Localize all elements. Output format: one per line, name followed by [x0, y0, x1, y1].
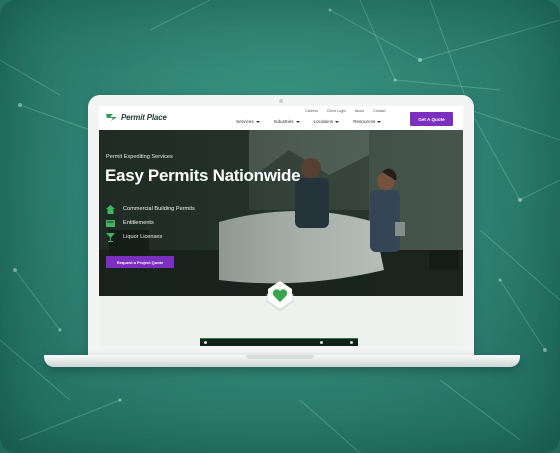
get-a-quote-button[interactable]: Get A Quote [410, 112, 453, 126]
feature-item: Commercial Building Permits [106, 202, 195, 216]
fullscreen-icon[interactable] [350, 341, 353, 344]
nav-locations-label: Locations [313, 119, 334, 124]
utility-links: Careers Client Login About Contact [305, 109, 386, 113]
logo-text: Permit Place [121, 113, 167, 122]
main-nav: Services Industries Locations Resources [236, 119, 382, 124]
building-icon [106, 204, 115, 214]
request-project-quote-button[interactable]: Request a Project Quote [106, 256, 174, 268]
link-contact[interactable]: Contact [373, 109, 385, 113]
nav-industries[interactable]: Industries [274, 119, 300, 124]
video-player[interactable] [200, 338, 358, 346]
feature-label: Commercial Building Permits [123, 206, 195, 212]
feature-label: Entitlements [123, 220, 154, 226]
laptop-notch [246, 355, 314, 359]
nav-locations[interactable]: Locations [314, 119, 340, 124]
logo-icon [106, 114, 117, 121]
feature-list: Commercial Building Permits Entitlements… [106, 202, 195, 244]
hero-subtitle: Permit Expediting Services [106, 154, 173, 160]
volume-icon[interactable] [320, 341, 323, 344]
site-logo[interactable]: Permit Place [106, 113, 167, 122]
feature-item: Entitlements [106, 216, 195, 230]
link-about[interactable]: About [355, 109, 364, 113]
link-careers[interactable]: Careers [305, 109, 318, 113]
chevron-down-icon [295, 120, 300, 123]
nav-resources[interactable]: Resources [353, 119, 382, 124]
laptop-lid: Permit Place Careers Client Login About … [88, 95, 474, 355]
laptop-screen: Permit Place Careers Client Login About … [99, 106, 463, 346]
feature-item: Liquor Licenses [106, 230, 195, 244]
certificate-icon [106, 219, 115, 227]
hero-section: Permit Expediting Services Easy Permits … [99, 130, 463, 296]
chevron-down-icon [335, 120, 340, 123]
site-header: Permit Place Careers Client Login About … [99, 106, 463, 130]
feature-label: Liquor Licenses [123, 234, 163, 240]
chevron-down-icon [377, 120, 382, 123]
nav-resources-label: Resources [353, 119, 376, 124]
camera-icon [279, 99, 283, 103]
chevron-down-icon [255, 120, 260, 123]
link-client-login[interactable]: Client Login [327, 109, 346, 113]
cocktail-icon [106, 232, 115, 242]
nav-services-label: Services [236, 119, 254, 124]
hero-title: Easy Permits Nationwide [105, 166, 301, 185]
nav-services[interactable]: Services [236, 119, 260, 124]
nav-industries-label: Industries [273, 119, 294, 124]
play-icon[interactable] [204, 341, 207, 344]
heart-badge-icon [266, 281, 294, 311]
